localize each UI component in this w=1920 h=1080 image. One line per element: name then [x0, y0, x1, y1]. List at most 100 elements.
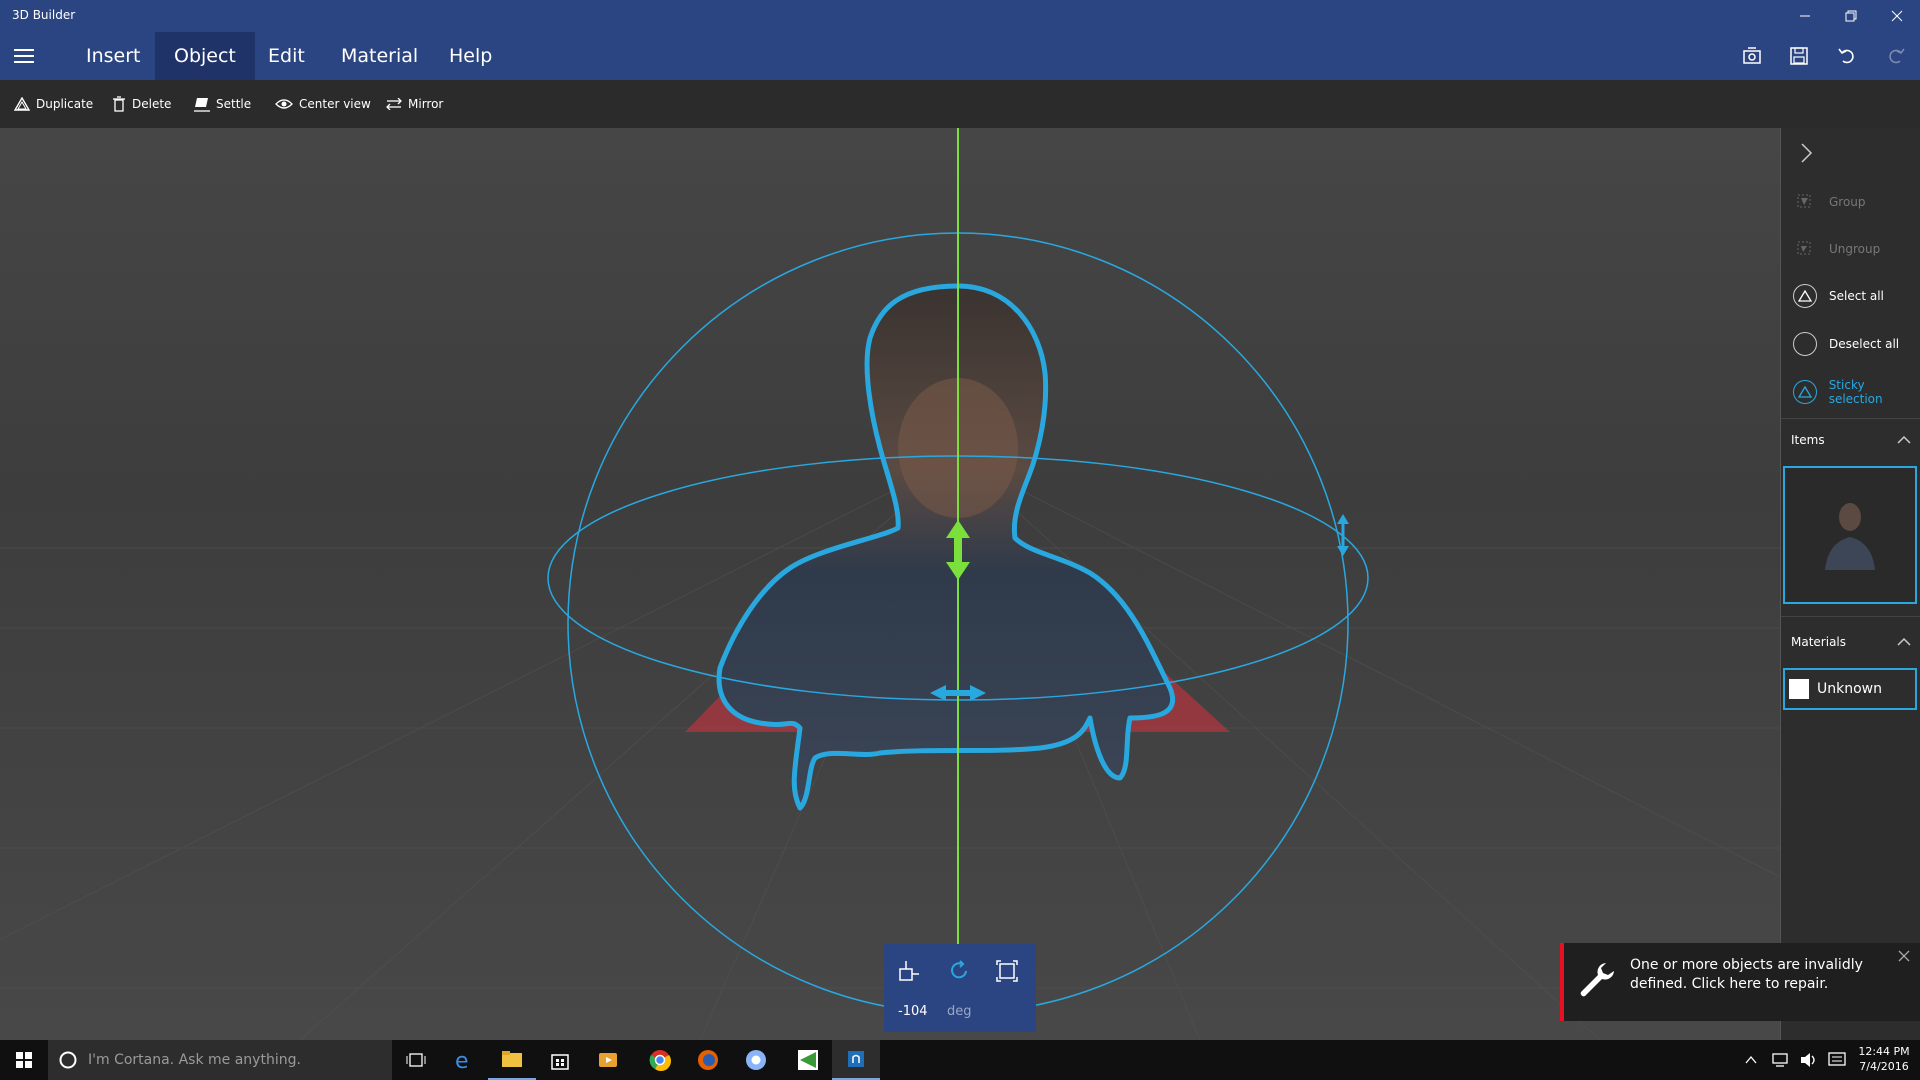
duplicate-button[interactable]: Duplicate — [14, 80, 93, 128]
taskbar-app-green[interactable] — [784, 1040, 832, 1080]
group-label: Group — [1829, 195, 1866, 209]
scale-icon — [996, 960, 1018, 982]
move-icon — [899, 961, 919, 981]
dismiss-notification-button[interactable] — [1898, 947, 1910, 966]
wrench-icon — [1576, 959, 1616, 1003]
duplicate-icon — [14, 97, 30, 111]
sticky-selection-toggle[interactable]: Sticky selection — [1781, 372, 1920, 412]
media-icon — [599, 1053, 617, 1067]
rotation-control: -104 deg — [884, 944, 1036, 1032]
tab-edit[interactable]: Edit — [250, 32, 323, 80]
sticky-selection-icon — [1793, 380, 1817, 404]
rotate-mode-button[interactable] — [948, 960, 970, 986]
redo-button[interactable] — [1880, 40, 1912, 72]
taskbar-chrome-secondary[interactable] — [732, 1040, 780, 1080]
object-toolbar: Duplicate Delete Settle Center view Mirr… — [0, 80, 1920, 128]
settle-button[interactable]: Settle — [194, 80, 251, 128]
hamburger-icon — [14, 49, 34, 51]
eye-icon — [275, 99, 293, 109]
close-window-button[interactable] — [1874, 0, 1920, 32]
print-3d-button[interactable] — [1736, 40, 1768, 72]
group-button[interactable]: Group — [1781, 182, 1920, 222]
duplicate-label: Duplicate — [36, 97, 94, 111]
hamburger-menu-button[interactable] — [14, 44, 46, 68]
items-header: Items — [1791, 433, 1825, 447]
taskbar-firefox[interactable] — [684, 1040, 732, 1080]
ungroup-icon — [1797, 241, 1811, 255]
settle-label: Settle — [216, 97, 252, 111]
undo-icon — [1838, 48, 1854, 64]
bust-thumbnail-icon — [1825, 503, 1875, 570]
print-3d-icon — [1743, 47, 1761, 64]
items-section-header[interactable]: Items — [1781, 420, 1920, 460]
minimize-icon — [1800, 15, 1810, 17]
select-all-button[interactable]: Select all — [1781, 276, 1920, 316]
save-icon — [1790, 47, 1808, 65]
material-item[interactable]: Unknown — [1783, 668, 1917, 710]
trash-icon — [113, 96, 125, 112]
cortana-search-box[interactable]: I'm Cortana. Ask me anything. — [48, 1040, 392, 1080]
task-view-icon — [406, 1053, 426, 1067]
center-view-button[interactable]: Center view — [275, 80, 371, 128]
restore-button[interactable] — [1828, 0, 1874, 32]
taskbar-store[interactable] — [536, 1040, 584, 1080]
edge-browser-icon: e — [455, 1049, 469, 1072]
materials-section-header[interactable]: Materials — [1781, 622, 1920, 662]
sticky-selection-label: Sticky selection — [1828, 378, 1883, 406]
tab-object[interactable]: Object — [155, 32, 255, 80]
move-mode-button[interactable] — [898, 960, 920, 986]
volume-icon[interactable] — [1800, 1052, 1818, 1072]
show-hidden-icons-button[interactable] — [1744, 1052, 1758, 1071]
tab-insert[interactable]: Insert — [68, 32, 159, 80]
minimize-button[interactable] — [1782, 0, 1828, 32]
folder-icon — [502, 1051, 522, 1067]
divider — [1781, 418, 1920, 419]
collapse-panel-button[interactable] — [1799, 142, 1813, 168]
select-all-icon — [1793, 284, 1817, 308]
close-icon — [1898, 950, 1910, 962]
repair-notification[interactable]: One or more objects are invalidly define… — [1560, 943, 1920, 1021]
center-view-label: Center view — [299, 97, 371, 111]
tab-help[interactable]: Help — [431, 32, 510, 80]
scale-mode-button[interactable] — [996, 960, 1018, 986]
clock-date: 7/4/2016 — [1859, 1060, 1909, 1073]
save-button[interactable] — [1783, 40, 1815, 72]
taskbar-3d-builder[interactable] — [832, 1040, 880, 1080]
task-view-button[interactable] — [392, 1040, 440, 1080]
material-name: Unknown — [1817, 681, 1882, 697]
taskbar-chrome[interactable] — [636, 1040, 684, 1080]
svg-text:e: e — [455, 1049, 469, 1072]
deselect-all-button[interactable]: Deselect all — [1781, 324, 1920, 364]
start-button[interactable] — [0, 1040, 48, 1080]
chevron-right-icon — [1801, 143, 1813, 163]
item-thumbnail[interactable] — [1783, 466, 1917, 604]
clock[interactable]: 12:44 PM 7/4/2016 — [1854, 1044, 1914, 1074]
deselect-all-icon — [1793, 332, 1817, 356]
notification-text: One or more objects are invalidly define… — [1630, 957, 1863, 992]
taskbar-media-app[interactable] — [584, 1040, 632, 1080]
restore-icon — [1845, 10, 1857, 22]
mirror-button[interactable]: Mirror — [386, 80, 443, 128]
action-center-icon[interactable] — [1828, 1052, 1846, 1072]
ungroup-label: Ungroup — [1829, 242, 1881, 256]
chevron-up-icon — [1897, 637, 1911, 646]
3d-viewport[interactable] — [0, 128, 1780, 1040]
divider — [1781, 616, 1920, 617]
chevron-up-icon — [1745, 1055, 1757, 1064]
chevron-up-icon — [1897, 435, 1911, 444]
transform-gizmo[interactable] — [547, 128, 1369, 1014]
scene-canvas — [0, 128, 1780, 1040]
rotation-value-input[interactable]: -104 — [898, 1004, 928, 1019]
materials-header: Materials — [1791, 635, 1847, 649]
3d-builder-icon — [848, 1051, 864, 1067]
taskbar-edge[interactable]: e — [440, 1040, 488, 1080]
scale-handle — [1337, 514, 1349, 556]
delete-button[interactable]: Delete — [112, 80, 171, 128]
close-icon — [1891, 10, 1903, 22]
ungroup-button[interactable]: Ungroup — [1781, 229, 1920, 269]
taskbar-file-explorer[interactable] — [488, 1040, 536, 1080]
undo-button[interactable] — [1831, 40, 1863, 72]
tab-material[interactable]: Material — [323, 32, 436, 80]
network-icon[interactable] — [1772, 1052, 1790, 1072]
material-swatch — [1789, 679, 1809, 699]
